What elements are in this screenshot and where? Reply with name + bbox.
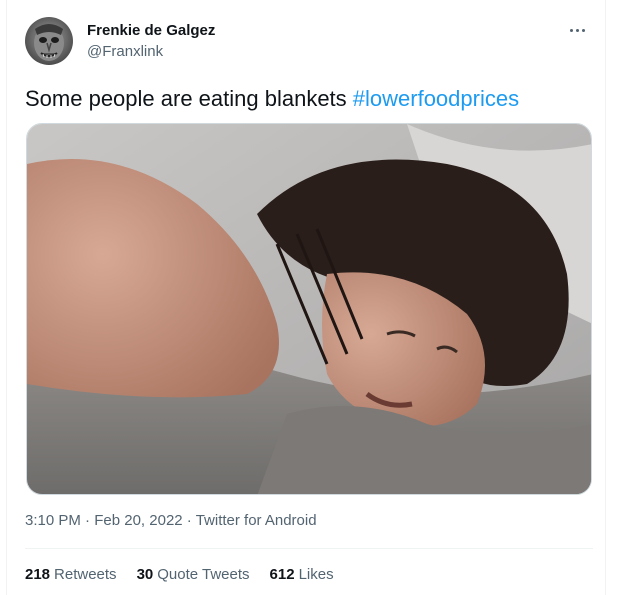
divider [25,548,593,549]
tweet-card: Frenkie de Galgez @Franxlink Some people… [6,0,606,595]
grotesque-face-icon [34,24,64,61]
more-horizontal-icon [569,28,573,32]
author-handle[interactable]: @Franxlink [87,43,163,60]
tweet-time[interactable]: 3:10 PM [25,512,81,529]
likes-stat[interactable]: 612 Likes [270,566,334,583]
tweet-text: Some people are eating blankets #lowerfo… [25,86,595,112]
tweet-source[interactable]: Twitter for Android [196,512,317,529]
tweet-photo[interactable] [26,123,592,495]
photo-image [27,124,591,494]
tweet-date[interactable]: Feb 20, 2022 [94,512,182,529]
tweet-stats: 218 Retweets 30 Quote Tweets 612 Likes [25,566,334,583]
avatar[interactable] [25,17,73,65]
tweet-metadata: 3:10 PM · Feb 20, 2022 · Twitter for And… [25,512,317,529]
retweets-stat[interactable]: 218 Retweets [25,566,117,583]
tweet-body: Some people are eating blankets [25,86,353,111]
more-options-button[interactable] [565,18,589,42]
hashtag-link[interactable]: #lowerfoodprices [353,86,519,111]
quote-tweets-stat[interactable]: 30 Quote Tweets [137,566,250,583]
author-name[interactable]: Frenkie de Galgez [87,22,215,39]
